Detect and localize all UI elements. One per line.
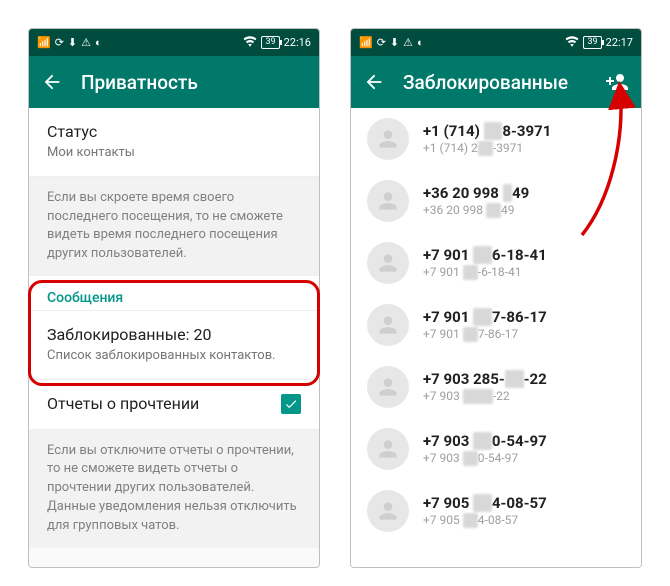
page-title: Приватность xyxy=(81,71,307,94)
status-setting-row[interactable]: Статус Мои контакты xyxy=(29,108,319,177)
phone-blocked: 📶 ⟳ ⬇ ⚠ ◐ 39 22:17 Заблокированные +1 (7… xyxy=(350,28,642,568)
signal-icon: 📶 xyxy=(37,36,51,49)
contact-row[interactable]: +7 903 XX0-54-97+7 903 XX0-54-97 xyxy=(351,418,641,480)
avatar-placeholder xyxy=(367,366,409,408)
contact-secondary: +7 901 XX-6-18-41 xyxy=(423,265,547,280)
avatar-placeholder xyxy=(367,304,409,346)
contact-text: +7 901 XX6-18-41+7 901 XX-6-18-41 xyxy=(423,246,547,281)
sync-icon: ⟳ xyxy=(55,36,64,49)
contact-row[interactable]: +1 (714) XX8-3971+1 (714) 2XX-3971 xyxy=(351,108,641,170)
phone-privacy: 📶 ⟳ ⬇ ⚠ ◐ 39 22:16 Приватность Статус Мо… xyxy=(28,28,320,568)
avatar-placeholder xyxy=(367,428,409,470)
download-icon: ⬇ xyxy=(68,36,77,49)
contact-text: +36 20 998 X49+36 20 998 XX49 xyxy=(423,184,529,219)
back-icon[interactable] xyxy=(41,71,63,93)
read-receipts-checkbox[interactable] xyxy=(281,394,301,414)
read-receipts-row[interactable]: Отчеты о прочтении xyxy=(29,380,319,430)
contact-primary: +7 903 285-XX-22 xyxy=(423,370,547,389)
sync-icon: ⟳ xyxy=(377,36,386,49)
signal-icon: 📶 xyxy=(359,36,373,49)
clock: 22:17 xyxy=(606,36,633,49)
app-bar: Заблокированные xyxy=(351,56,641,108)
avatar-placeholder xyxy=(367,490,409,532)
contact-secondary: +7 903 XXXX-22 xyxy=(423,389,547,404)
status-left-icons: 📶 ⟳ ⬇ ⚠ ◐ xyxy=(359,36,424,49)
contact-row[interactable]: +7 901 XX6-18-41+7 901 XX-6-18-41 xyxy=(351,232,641,294)
status-bar: 📶 ⟳ ⬇ ⚠ ◐ 39 22:16 xyxy=(29,29,319,56)
contact-text: +7 903 XX0-54-97+7 903 XX0-54-97 xyxy=(423,432,547,467)
contact-primary: +36 20 998 X49 xyxy=(423,184,529,203)
status-right-icons: 39 22:16 xyxy=(243,36,311,50)
avatar-placeholder xyxy=(367,180,409,222)
privacy-content: Статус Мои контакты Если вы скроете врем… xyxy=(29,108,319,567)
status-bar: 📶 ⟳ ⬇ ⚠ ◐ 39 22:17 xyxy=(351,29,641,56)
contact-row[interactable]: +7 903 285-XX-22+7 903 XXXX-22 xyxy=(351,356,641,418)
back-icon[interactable] xyxy=(363,71,385,93)
last-seen-caption: Если вы скроете время своего последнего … xyxy=(29,177,319,276)
contact-row[interactable]: +7 901 XX7-86-17+7 901 XX7-86-17 xyxy=(351,294,641,356)
contact-primary: +7 901 XX6-18-41 xyxy=(423,246,547,265)
contact-primary: +7 905 XX4-08-57 xyxy=(423,494,547,513)
avatar-placeholder xyxy=(367,118,409,160)
status-right-icons: 39 22:17 xyxy=(565,36,633,50)
blocked-contacts-row[interactable]: Заблокированные: 20 Список заблокированн… xyxy=(29,310,319,380)
battery-indicator: 39 xyxy=(583,36,601,49)
contact-row[interactable]: +36 20 998 X49+36 20 998 XX49 xyxy=(351,170,641,232)
page-title: Заблокированные xyxy=(403,71,587,94)
clock: 22:16 xyxy=(284,36,311,49)
contact-primary: +7 903 XX0-54-97 xyxy=(423,432,547,451)
refresh-icon: ◐ xyxy=(95,36,102,49)
wifi-icon xyxy=(243,36,257,50)
status-left-icons: 📶 ⟳ ⬇ ⚠ ◐ xyxy=(37,36,102,49)
contact-text: +1 (714) XX8-3971+1 (714) 2XX-3971 xyxy=(423,122,551,157)
refresh-icon: ◐ xyxy=(417,36,424,49)
status-label: Статус xyxy=(47,122,301,143)
blocked-list[interactable]: +1 (714) XX8-3971+1 (714) 2XX-3971 +36 20… xyxy=(351,108,641,567)
avatar-placeholder xyxy=(367,242,409,284)
contact-text: +7 903 285-XX-22+7 903 XXXX-22 xyxy=(423,370,547,405)
contact-secondary: +36 20 998 XX49 xyxy=(423,203,529,218)
add-contact-icon[interactable] xyxy=(605,70,629,94)
wifi-icon xyxy=(565,36,579,50)
contact-secondary: +7 903 XX0-54-97 xyxy=(423,451,547,466)
contact-secondary: +7 905 XX4-08-57 xyxy=(423,513,547,528)
read-receipts-caption: Если вы отключите отчеты о прочтении, то… xyxy=(29,430,319,548)
contact-text: +7 905 XX4-08-57+7 905 XX4-08-57 xyxy=(423,494,547,529)
contact-secondary: +1 (714) 2XX-3971 xyxy=(423,141,551,156)
status-value: Мои контакты xyxy=(47,145,301,162)
contact-text: +7 901 XX7-86-17+7 901 XX7-86-17 xyxy=(423,308,547,343)
blocked-label: Заблокированные: 20 xyxy=(47,325,301,346)
read-receipts-label: Отчеты о прочтении xyxy=(47,394,199,415)
messages-section-header: Сообщения xyxy=(29,276,319,310)
blocked-sub: Список заблокированных контактов. xyxy=(47,348,301,365)
download-icon: ⬇ xyxy=(390,36,399,49)
contact-primary: +7 901 XX7-86-17 xyxy=(423,308,547,327)
contact-primary: +1 (714) XX8-3971 xyxy=(423,122,551,141)
contact-secondary: +7 901 XX7-86-17 xyxy=(423,327,547,342)
warn-icon: ⚠ xyxy=(81,36,91,49)
contact-row[interactable]: +7 905 XX4-08-57+7 905 XX4-08-57 xyxy=(351,480,641,542)
warn-icon: ⚠ xyxy=(403,36,413,49)
battery-indicator: 39 xyxy=(261,36,279,49)
app-bar: Приватность xyxy=(29,56,319,108)
